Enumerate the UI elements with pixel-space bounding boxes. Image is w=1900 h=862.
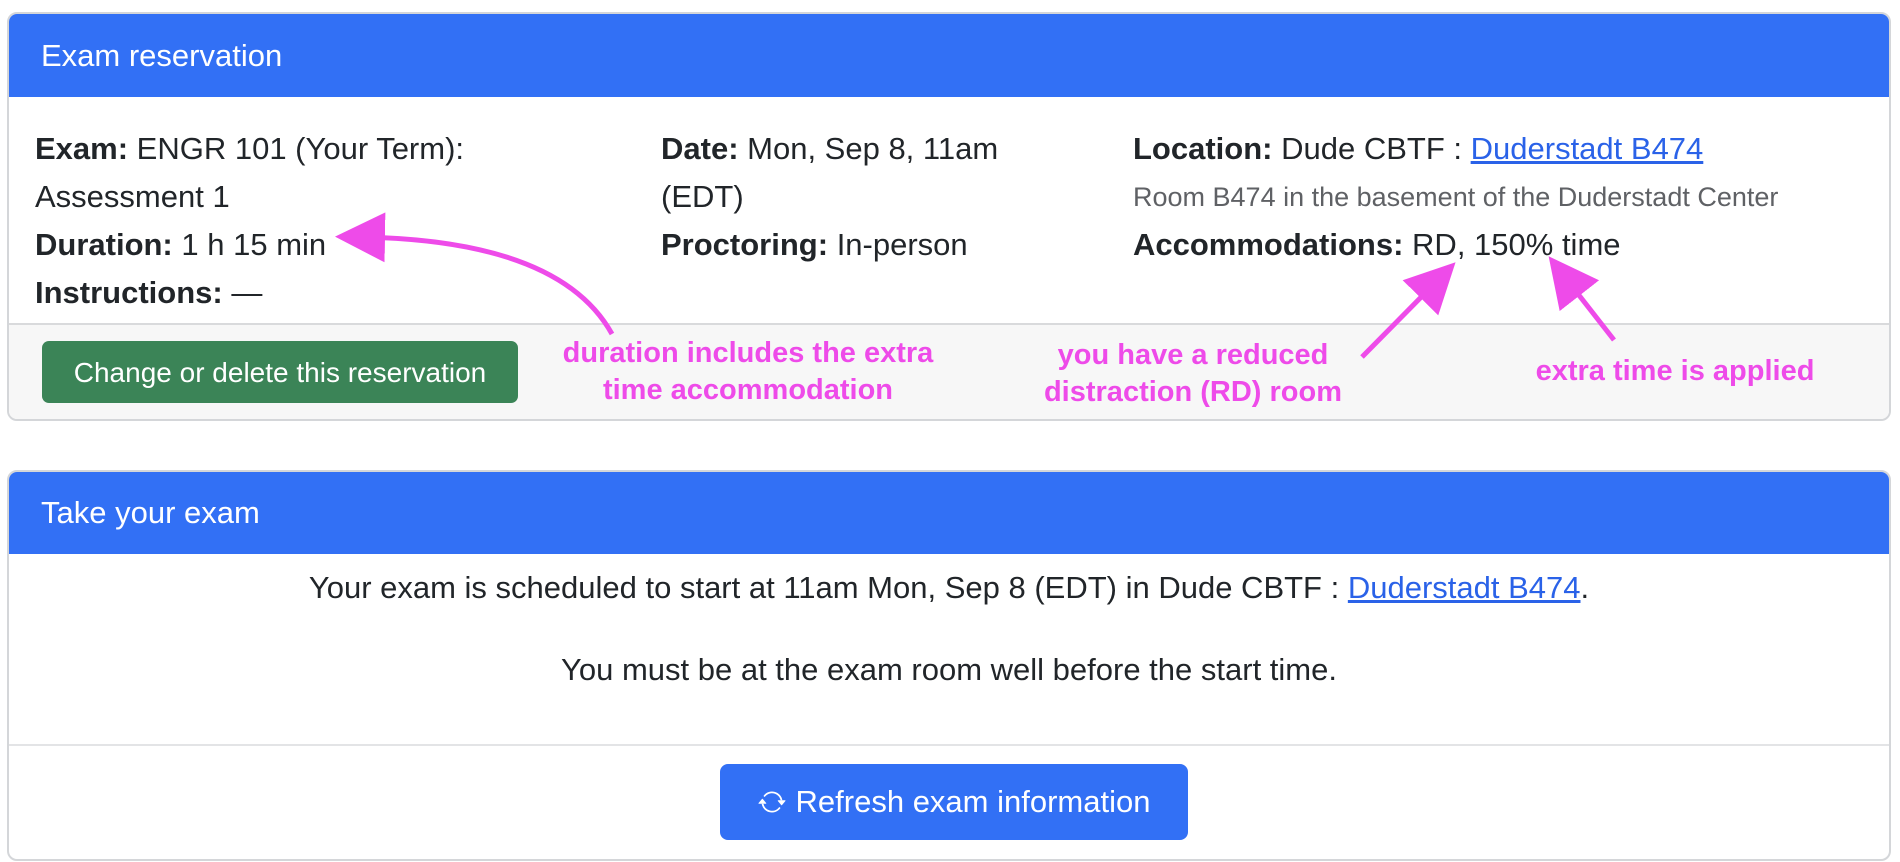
room-description: Room B474 in the basement of the Duderst… xyxy=(1133,182,1779,212)
exam-reservation-title: Exam reservation xyxy=(41,37,283,73)
extra-time-annotation: extra time is applied xyxy=(1525,353,1825,390)
proctoring-value: In-person xyxy=(836,227,968,262)
instructions-value: — xyxy=(231,275,263,310)
proctoring-row: Proctoring: In-person xyxy=(661,221,1061,269)
duration-annotation: duration includes the extra time accommo… xyxy=(548,335,948,409)
schedule-message: Your exam is scheduled to start at 11am … xyxy=(9,570,1889,606)
duration-row: Duration: 1 h 15 min xyxy=(35,221,595,269)
accommodations-label: Accommodations: xyxy=(1133,227,1404,262)
location-center: Dude CBTF : xyxy=(1281,131,1463,166)
rd-annotation: you have a reduced distraction (RD) room xyxy=(1030,337,1356,411)
schedule-text: Your exam is scheduled to start at 11am … xyxy=(308,570,1340,605)
duration-annotation-line-2: time accommodation xyxy=(602,374,894,406)
take-exam-body: Your exam is scheduled to start at 11am … xyxy=(9,554,1889,746)
refresh-exam-button[interactable]: Refresh exam information xyxy=(720,764,1188,840)
duration-label: Duration: xyxy=(35,227,173,262)
arrival-message: You must be at the exam room well before… xyxy=(561,652,1337,687)
duration-annotation-line-1: duration includes the extra xyxy=(562,337,934,369)
location-label: Location: xyxy=(1133,131,1273,166)
refresh-icon xyxy=(758,788,786,816)
take-exam-card: Take your exam Your exam is scheduled to… xyxy=(7,470,1891,861)
instructions-label: Instructions: xyxy=(35,275,223,310)
accommodations-value: RD, 150% time xyxy=(1412,227,1621,262)
schedule-end: . xyxy=(1580,570,1590,605)
exam-details-column: Exam: ENGR 101 (Your Term): Assessment 1… xyxy=(35,125,595,317)
change-reservation-button[interactable]: Change or delete this reservation xyxy=(42,341,518,403)
accommodations-row: Accommodations: RD, 150% time xyxy=(1133,221,1873,269)
exam-reservation-header: Exam reservation xyxy=(9,14,1889,97)
location-row: Location: Dude CBTF : Duderstadt B474 xyxy=(1133,125,1873,173)
date-row: Date: Mon, Sep 8, 11am (EDT) xyxy=(661,125,1061,221)
instructions-row: Instructions: — xyxy=(35,269,595,317)
take-exam-location-link[interactable]: Duderstadt B474 xyxy=(1348,570,1581,605)
proctoring-label: Proctoring: xyxy=(661,227,829,262)
take-exam-title: Take your exam xyxy=(41,495,260,530)
take-exam-footer: Refresh exam information xyxy=(9,746,1889,859)
exam-row: Exam: ENGR 101 (Your Term): Assessment 1 xyxy=(35,125,595,221)
extra-time-annotation-text: extra time is applied xyxy=(1535,355,1815,387)
location-details-column: Location: Dude CBTF : Duderstadt B474 Ro… xyxy=(1133,125,1873,269)
exam-reservation-body: Exam: ENGR 101 (Your Term): Assessment 1… xyxy=(9,97,1889,323)
date-details-column: Date: Mon, Sep 8, 11am (EDT) Proctoring:… xyxy=(661,125,1061,269)
date-label: Date: xyxy=(661,131,739,166)
duration-value: 1 h 15 min xyxy=(181,227,327,262)
rd-annotation-line-2: distraction (RD) room xyxy=(1043,376,1343,408)
rd-annotation-line-1: you have a reduced xyxy=(1057,339,1329,371)
location-link[interactable]: Duderstadt B474 xyxy=(1471,131,1704,166)
refresh-button-label: Refresh exam information xyxy=(795,784,1151,819)
exam-label: Exam: xyxy=(35,131,129,166)
take-exam-header: Take your exam xyxy=(9,472,1889,554)
